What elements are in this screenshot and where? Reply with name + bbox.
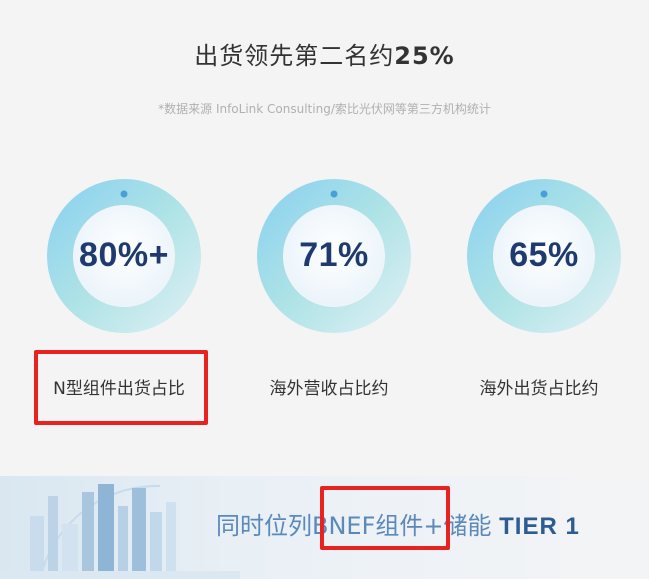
highlight-box-n-type [34, 350, 208, 425]
stat-value: 71% [299, 236, 369, 274]
stat-card-overseas-revenue: 71% 海外营收占比约 [244, 178, 414, 399]
headline-text: 出货领先第二名约 [194, 42, 395, 70]
headline: 出货领先第二名约25% [0, 36, 649, 71]
source-note: *数据来源 InfoLink Consulting/索比光伏网等第三方机构统计 [158, 102, 491, 116]
city-skyline-icon [0, 484, 240, 579]
stat-value: 80%+ [79, 236, 169, 274]
stat-card-overseas-shipment: 65% 海外出货占比约 [454, 178, 624, 399]
stat-label: 海外出货占比约 [479, 379, 599, 399]
banner-tier: TIER 1 [499, 513, 580, 540]
stat-value: 65% [509, 236, 579, 274]
headline-emphasis: 25% [394, 42, 455, 70]
highlight-box-bnef [320, 486, 450, 550]
stat-label: 海外营收占比约 [269, 379, 389, 399]
stat-card-n-type: 80%+ N型组件出货占比 [34, 178, 204, 399]
